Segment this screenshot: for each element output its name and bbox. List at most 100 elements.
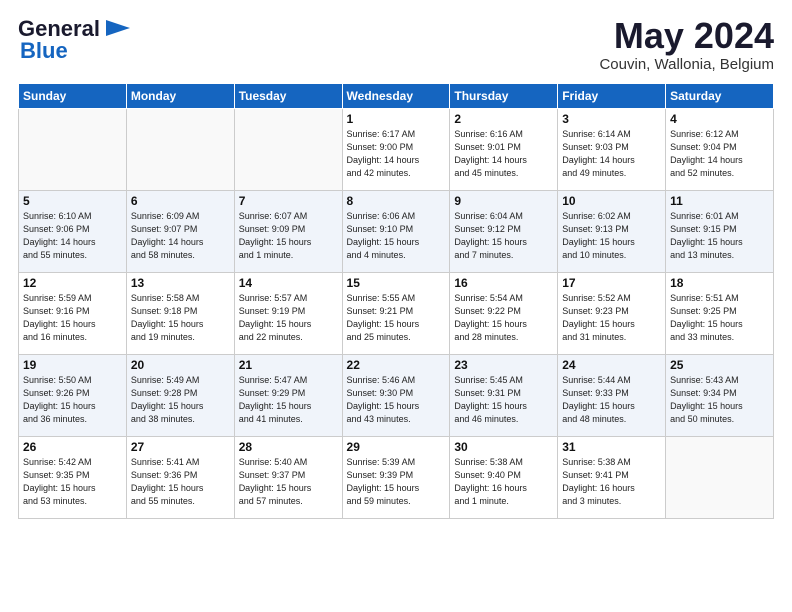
day-info: Sunrise: 5:38 AM Sunset: 9:40 PM Dayligh…	[454, 456, 553, 508]
week-row-5: 26Sunrise: 5:42 AM Sunset: 9:35 PM Dayli…	[19, 436, 774, 518]
day-info: Sunrise: 5:51 AM Sunset: 9:25 PM Dayligh…	[670, 292, 769, 344]
calendar-cell: 25 Sunrise: 5:43 AM Sunset: 9:34 PM Dayli…	[666, 354, 774, 436]
day-number: 11	[670, 194, 769, 208]
calendar-cell	[666, 436, 774, 518]
calendar-cell: 24Sunrise: 5:44 AM Sunset: 9:33 PM Dayli…	[558, 354, 666, 436]
day-info: Sunrise: 5:44 AM Sunset: 9:33 PM Dayligh…	[562, 374, 661, 426]
week-row-2: 5Sunrise: 6:10 AM Sunset: 9:06 PM Daylig…	[19, 190, 774, 272]
location: Couvin, Wallonia, Belgium	[599, 56, 774, 73]
day-info: Sunrise: 5:49 AM Sunset: 9:28 PM Dayligh…	[131, 374, 230, 426]
calendar-cell: 2 Sunrise: 6:16 AM Sunset: 9:01 PM Daylig…	[450, 108, 558, 190]
day-info: Sunrise: 5:41 AM Sunset: 9:36 PM Dayligh…	[131, 456, 230, 508]
day-info: Sunrise: 5:58 AM Sunset: 9:18 PM Dayligh…	[131, 292, 230, 344]
day-number: 25	[670, 358, 769, 372]
day-info: Sunrise: 5:43 AM Sunset: 9:34 PM Dayligh…	[670, 374, 769, 426]
calendar-cell	[234, 108, 342, 190]
calendar-cell: 14Sunrise: 5:57 AM Sunset: 9:19 PM Dayli…	[234, 272, 342, 354]
day-number: 30	[454, 440, 553, 454]
calendar-cell: 21Sunrise: 5:47 AM Sunset: 9:29 PM Dayli…	[234, 354, 342, 436]
day-info: Sunrise: 5:45 AM Sunset: 9:31 PM Dayligh…	[454, 374, 553, 426]
calendar-cell: 5Sunrise: 6:10 AM Sunset: 9:06 PM Daylig…	[19, 190, 127, 272]
calendar-cell: 4 Sunrise: 6:12 AM Sunset: 9:04 PM Daylig…	[666, 108, 774, 190]
calendar-cell: 11 Sunrise: 6:01 AM Sunset: 9:15 PM Dayli…	[666, 190, 774, 272]
day-info: Sunrise: 6:02 AM Sunset: 9:13 PM Dayligh…	[562, 210, 661, 262]
day-info: Sunrise: 5:47 AM Sunset: 9:29 PM Dayligh…	[239, 374, 338, 426]
calendar-cell: 26Sunrise: 5:42 AM Sunset: 9:35 PM Dayli…	[19, 436, 127, 518]
calendar-cell: 19 Sunrise: 5:50 AM Sunset: 9:26 PM Dayli…	[19, 354, 127, 436]
logo: General Blue	[18, 16, 130, 64]
day-info: Sunrise: 5:39 AM Sunset: 9:39 PM Dayligh…	[347, 456, 446, 508]
day-number: 4	[670, 112, 769, 126]
col-header-sunday: Sunday	[19, 83, 127, 108]
calendar-cell: 17 Sunrise: 5:52 AM Sunset: 9:23 PM Dayli…	[558, 272, 666, 354]
day-number: 29	[347, 440, 446, 454]
col-header-saturday: Saturday	[666, 83, 774, 108]
day-number: 1	[347, 112, 446, 126]
week-row-3: 12 Sunrise: 5:59 AM Sunset: 9:16 PM Dayli…	[19, 272, 774, 354]
calendar-cell: 28Sunrise: 5:40 AM Sunset: 9:37 PM Dayli…	[234, 436, 342, 518]
day-number: 8	[347, 194, 446, 208]
week-row-1: 1 Sunrise: 6:17 AM Sunset: 9:00 PM Daylig…	[19, 108, 774, 190]
col-header-thursday: Thursday	[450, 83, 558, 108]
day-number: 14	[239, 276, 338, 290]
day-number: 6	[131, 194, 230, 208]
calendar-cell	[19, 108, 127, 190]
calendar-cell: 13Sunrise: 5:58 AM Sunset: 9:18 PM Dayli…	[126, 272, 234, 354]
week-row-4: 19 Sunrise: 5:50 AM Sunset: 9:26 PM Dayli…	[19, 354, 774, 436]
calendar-cell: 7Sunrise: 6:07 AM Sunset: 9:09 PM Daylig…	[234, 190, 342, 272]
day-number: 23	[454, 358, 553, 372]
day-number: 19	[23, 358, 122, 372]
calendar-cell: 3Sunrise: 6:14 AM Sunset: 9:03 PM Daylig…	[558, 108, 666, 190]
calendar-cell: 9 Sunrise: 6:04 AM Sunset: 9:12 PM Daylig…	[450, 190, 558, 272]
day-number: 18	[670, 276, 769, 290]
calendar-cell	[126, 108, 234, 190]
day-number: 10	[562, 194, 661, 208]
day-info: Sunrise: 6:17 AM Sunset: 9:00 PM Dayligh…	[347, 128, 446, 180]
calendar-cell: 10 Sunrise: 6:02 AM Sunset: 9:13 PM Dayli…	[558, 190, 666, 272]
day-info: Sunrise: 5:38 AM Sunset: 9:41 PM Dayligh…	[562, 456, 661, 508]
calendar-cell: 29 Sunrise: 5:39 AM Sunset: 9:39 PM Dayli…	[342, 436, 450, 518]
col-header-friday: Friday	[558, 83, 666, 108]
month-title: May 2024	[599, 16, 774, 56]
calendar-cell: 15 Sunrise: 5:55 AM Sunset: 9:21 PM Dayli…	[342, 272, 450, 354]
calendar-cell: 22 Sunrise: 5:46 AM Sunset: 9:30 PM Dayli…	[342, 354, 450, 436]
day-number: 17	[562, 276, 661, 290]
day-info: Sunrise: 5:52 AM Sunset: 9:23 PM Dayligh…	[562, 292, 661, 344]
day-number: 7	[239, 194, 338, 208]
day-info: Sunrise: 6:16 AM Sunset: 9:01 PM Dayligh…	[454, 128, 553, 180]
header: General Blue May 2024 Couvin, Wallonia, …	[18, 16, 774, 73]
page: General Blue May 2024 Couvin, Wallonia, …	[0, 0, 792, 612]
calendar-table: SundayMondayTuesdayWednesdayThursdayFrid…	[18, 83, 774, 519]
day-number: 15	[347, 276, 446, 290]
day-number: 16	[454, 276, 553, 290]
day-info: Sunrise: 6:04 AM Sunset: 9:12 PM Dayligh…	[454, 210, 553, 262]
calendar-cell: 27 Sunrise: 5:41 AM Sunset: 9:36 PM Dayli…	[126, 436, 234, 518]
day-number: 5	[23, 194, 122, 208]
logo-blue: Blue	[20, 38, 68, 64]
calendar-cell: 18 Sunrise: 5:51 AM Sunset: 9:25 PM Dayli…	[666, 272, 774, 354]
day-info: Sunrise: 6:06 AM Sunset: 9:10 PM Dayligh…	[347, 210, 446, 262]
day-info: Sunrise: 6:01 AM Sunset: 9:15 PM Dayligh…	[670, 210, 769, 262]
day-number: 12	[23, 276, 122, 290]
day-number: 28	[239, 440, 338, 454]
day-number: 20	[131, 358, 230, 372]
calendar-cell: 23 Sunrise: 5:45 AM Sunset: 9:31 PM Dayli…	[450, 354, 558, 436]
day-number: 9	[454, 194, 553, 208]
day-info: Sunrise: 6:14 AM Sunset: 9:03 PM Dayligh…	[562, 128, 661, 180]
day-info: Sunrise: 5:50 AM Sunset: 9:26 PM Dayligh…	[23, 374, 122, 426]
calendar-cell: 8 Sunrise: 6:06 AM Sunset: 9:10 PM Daylig…	[342, 190, 450, 272]
calendar-cell: 20 Sunrise: 5:49 AM Sunset: 9:28 PM Dayli…	[126, 354, 234, 436]
day-info: Sunrise: 5:46 AM Sunset: 9:30 PM Dayligh…	[347, 374, 446, 426]
day-info: Sunrise: 5:54 AM Sunset: 9:22 PM Dayligh…	[454, 292, 553, 344]
day-number: 2	[454, 112, 553, 126]
day-info: Sunrise: 5:59 AM Sunset: 9:16 PM Dayligh…	[23, 292, 122, 344]
day-info: Sunrise: 5:55 AM Sunset: 9:21 PM Dayligh…	[347, 292, 446, 344]
col-header-tuesday: Tuesday	[234, 83, 342, 108]
day-number: 27	[131, 440, 230, 454]
col-header-monday: Monday	[126, 83, 234, 108]
day-number: 22	[347, 358, 446, 372]
day-number: 31	[562, 440, 661, 454]
calendar-cell: 6Sunrise: 6:09 AM Sunset: 9:07 PM Daylig…	[126, 190, 234, 272]
day-info: Sunrise: 6:12 AM Sunset: 9:04 PM Dayligh…	[670, 128, 769, 180]
day-number: 26	[23, 440, 122, 454]
